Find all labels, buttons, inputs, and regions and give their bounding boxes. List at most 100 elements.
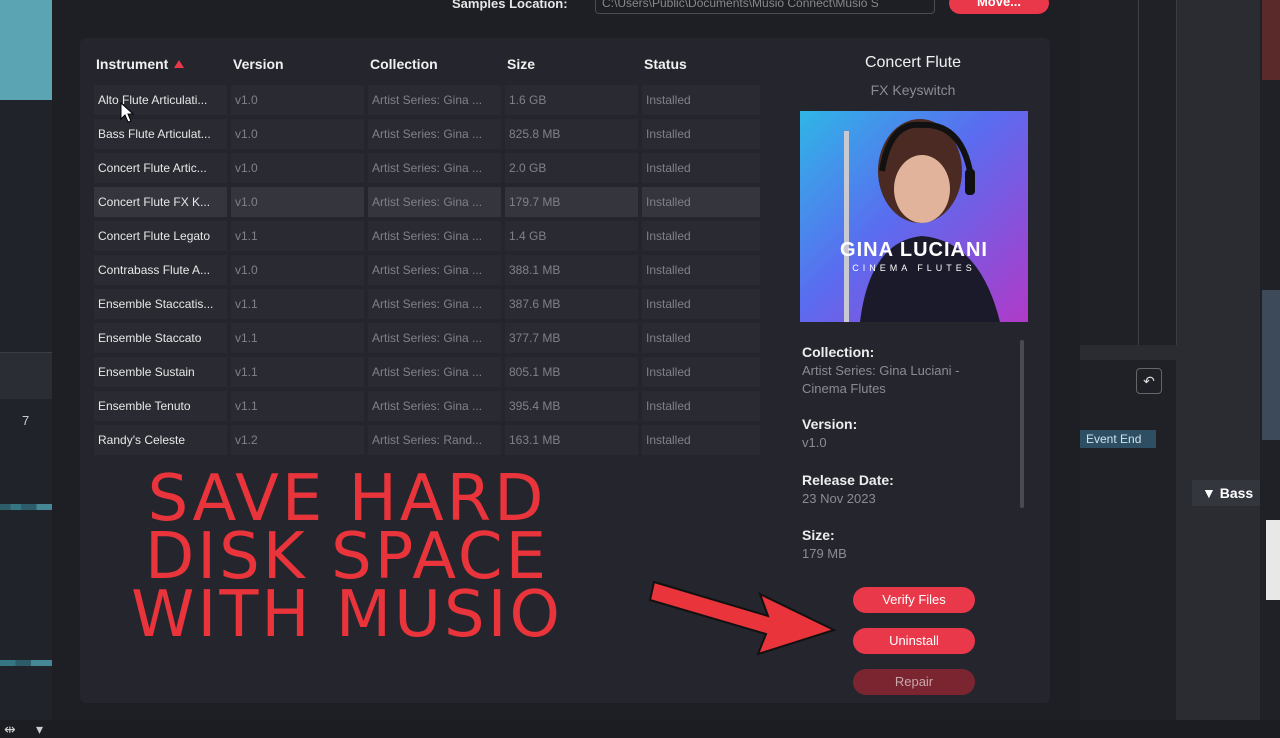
column-header-version[interactable]: Version [233, 56, 284, 72]
daw-grid [1080, 0, 1176, 345]
plugin-thumbnail[interactable] [1262, 0, 1280, 80]
cell-instrument: Ensemble Staccatis... [94, 289, 227, 319]
cell-collection: Artist Series: Gina ... [368, 255, 501, 285]
cell-size: 805.1 MB [505, 357, 638, 387]
cell-collection: Artist Series: Gina ... [368, 119, 501, 149]
split-tool-icon[interactable]: ⇹ [4, 721, 16, 738]
cell-size: 1.4 GB [505, 221, 638, 251]
cell-status: Installed [642, 289, 760, 319]
details-scrollbar[interactable] [1020, 340, 1024, 508]
details-title: Concert Flute [864, 54, 962, 71]
cell-collection: Artist Series: Gina ... [368, 323, 501, 353]
table-row[interactable]: Ensemble Staccato v1.1 Artist Series: Gi… [94, 322, 764, 356]
cell-instrument: Ensemble Staccato [94, 323, 227, 353]
cell-instrument: Concert Flute Artic... [94, 153, 227, 183]
instrument-table: Alto Flute Articulati... v1.0 Artist Ser… [94, 84, 764, 458]
cell-version: v1.0 [231, 119, 364, 149]
table-row[interactable]: Ensemble Sustain v1.1 Artist Series: Gin… [94, 356, 764, 390]
cover-artist-text: GINA LUCIANI [840, 239, 988, 261]
cell-instrument: Ensemble Sustain [94, 357, 227, 387]
samples-location-label: Samples Location: [452, 0, 568, 11]
verify-files-button[interactable]: Verify Files [853, 587, 975, 613]
move-button[interactable]: Move... [949, 0, 1049, 14]
table-row[interactable]: Randy's Celeste v1.2 Artist Series: Rand… [94, 424, 764, 458]
cover-art [844, 119, 1000, 322]
table-row[interactable]: Bass Flute Articulat... v1.0 Artist Seri… [94, 118, 764, 152]
cell-status: Installed [642, 85, 760, 115]
table-row[interactable]: Contrabass Flute A... v1.0 Artist Series… [94, 254, 764, 288]
uninstall-button[interactable]: Uninstall [853, 628, 975, 654]
promo-overlay-text: SAVE HARD DISK SPACE WITH MUSIO [112, 467, 582, 652]
cell-status: Installed [642, 119, 760, 149]
table-row-selected[interactable]: Concert Flute FX K... v1.0 Artist Series… [94, 186, 764, 220]
column-label: Instrument [96, 56, 169, 72]
cell-size: 388.1 MB [505, 255, 638, 285]
cover-product-text: CINEMA FLUTES [852, 263, 976, 273]
cell-size: 163.1 MB [505, 425, 638, 455]
cell-status: Installed [642, 255, 760, 285]
audio-waveform [0, 504, 52, 510]
cell-collection: Artist Series: Gina ... [368, 357, 501, 387]
cell-version: v1.0 [231, 255, 364, 285]
version-label: Version: [802, 416, 858, 432]
cell-instrument: Bass Flute Articulat... [94, 119, 227, 149]
overlay-line: WITH MUSIO [131, 578, 563, 652]
cell-size: 377.7 MB [505, 323, 638, 353]
cell-status: Installed [642, 153, 760, 183]
daw-lower-area [1080, 360, 1176, 720]
cell-instrument: Contrabass Flute A... [94, 255, 227, 285]
cell-collection: Artist Series: Gina ... [368, 221, 501, 251]
column-header-status[interactable]: Status [644, 56, 687, 72]
cell-instrument: Alto Flute Articulati... [94, 85, 227, 115]
column-header-size[interactable]: Size [507, 56, 535, 72]
cell-status: Installed [642, 357, 760, 387]
cell-size: 1.6 GB [505, 85, 638, 115]
chevron-down-icon[interactable]: ▾ [36, 721, 43, 738]
cell-status: Installed [642, 221, 760, 251]
table-row[interactable]: Ensemble Tenuto v1.1 Artist Series: Gina… [94, 390, 764, 424]
ruler-number: 7 [22, 413, 30, 428]
cell-status: Installed [642, 187, 760, 217]
cell-version: v1.1 [231, 323, 364, 353]
cell-version: v1.0 [231, 85, 364, 115]
loop-icon[interactable]: ↶ [1136, 368, 1162, 394]
column-header-instrument[interactable]: Instrument [96, 56, 185, 72]
collection-value: Artist Series: Gina Luciani - Cinema Flu… [802, 363, 960, 396]
details-subtitle: FX Keyswitch [870, 82, 956, 98]
cell-collection: Artist Series: Gina ... [368, 391, 501, 421]
cell-instrument: Ensemble Tenuto [94, 391, 227, 421]
daw-ruler: ⇹ ▾ 7 [0, 352, 52, 737]
column-header-collection[interactable]: Collection [370, 56, 438, 72]
plugin-thumbnail[interactable] [1262, 290, 1280, 440]
repair-button[interactable]: Repair [853, 669, 975, 695]
table-row[interactable]: Concert Flute Legato v1.1 Artist Series:… [94, 220, 764, 254]
cell-collection: Artist Series: Rand... [368, 425, 501, 455]
cell-collection: Artist Series: Gina ... [368, 289, 501, 319]
cell-version: v1.1 [231, 357, 364, 387]
table-row[interactable]: Concert Flute Artic... v1.0 Artist Serie… [94, 152, 764, 186]
cell-size: 387.6 MB [505, 289, 638, 319]
cell-instrument: Concert Flute Legato [94, 221, 227, 251]
table-row[interactable]: Alto Flute Articulati... v1.0 Artist Ser… [94, 84, 764, 118]
cell-version: v1.1 [231, 221, 364, 251]
plugin-thumbnail[interactable] [1266, 520, 1280, 600]
daw-clip[interactable] [0, 0, 52, 100]
table-row[interactable]: Ensemble Staccatis... v1.1 Artist Series… [94, 288, 764, 322]
sort-ascending-icon [174, 60, 185, 68]
daw-left-panel: ⇹ ▾ 7 [0, 0, 52, 737]
cell-status: Installed [642, 391, 760, 421]
table-header: Instrument Version Collection Size Statu… [96, 56, 766, 76]
cell-version: v1.0 [231, 153, 364, 183]
audio-waveform [0, 660, 52, 666]
cell-version: v1.0 [231, 187, 364, 217]
cell-collection: Artist Series: Gina ... [368, 187, 501, 217]
cell-version: v1.2 [231, 425, 364, 455]
samples-location-field[interactable]: C:\Users\Public\Documents\Musio Connect\… [595, 0, 935, 14]
red-arrow-icon [648, 580, 837, 656]
daw-right-panel: ↶ Event End ▼ Bass [1080, 0, 1280, 720]
release-date-value: 23 Nov 2023 [802, 491, 876, 506]
cell-instrument: Concert Flute FX K... [94, 187, 227, 217]
cell-size: 825.8 MB [505, 119, 638, 149]
collection-label: Collection: [802, 344, 875, 360]
event-end-marker[interactable]: Event End [1080, 430, 1156, 448]
